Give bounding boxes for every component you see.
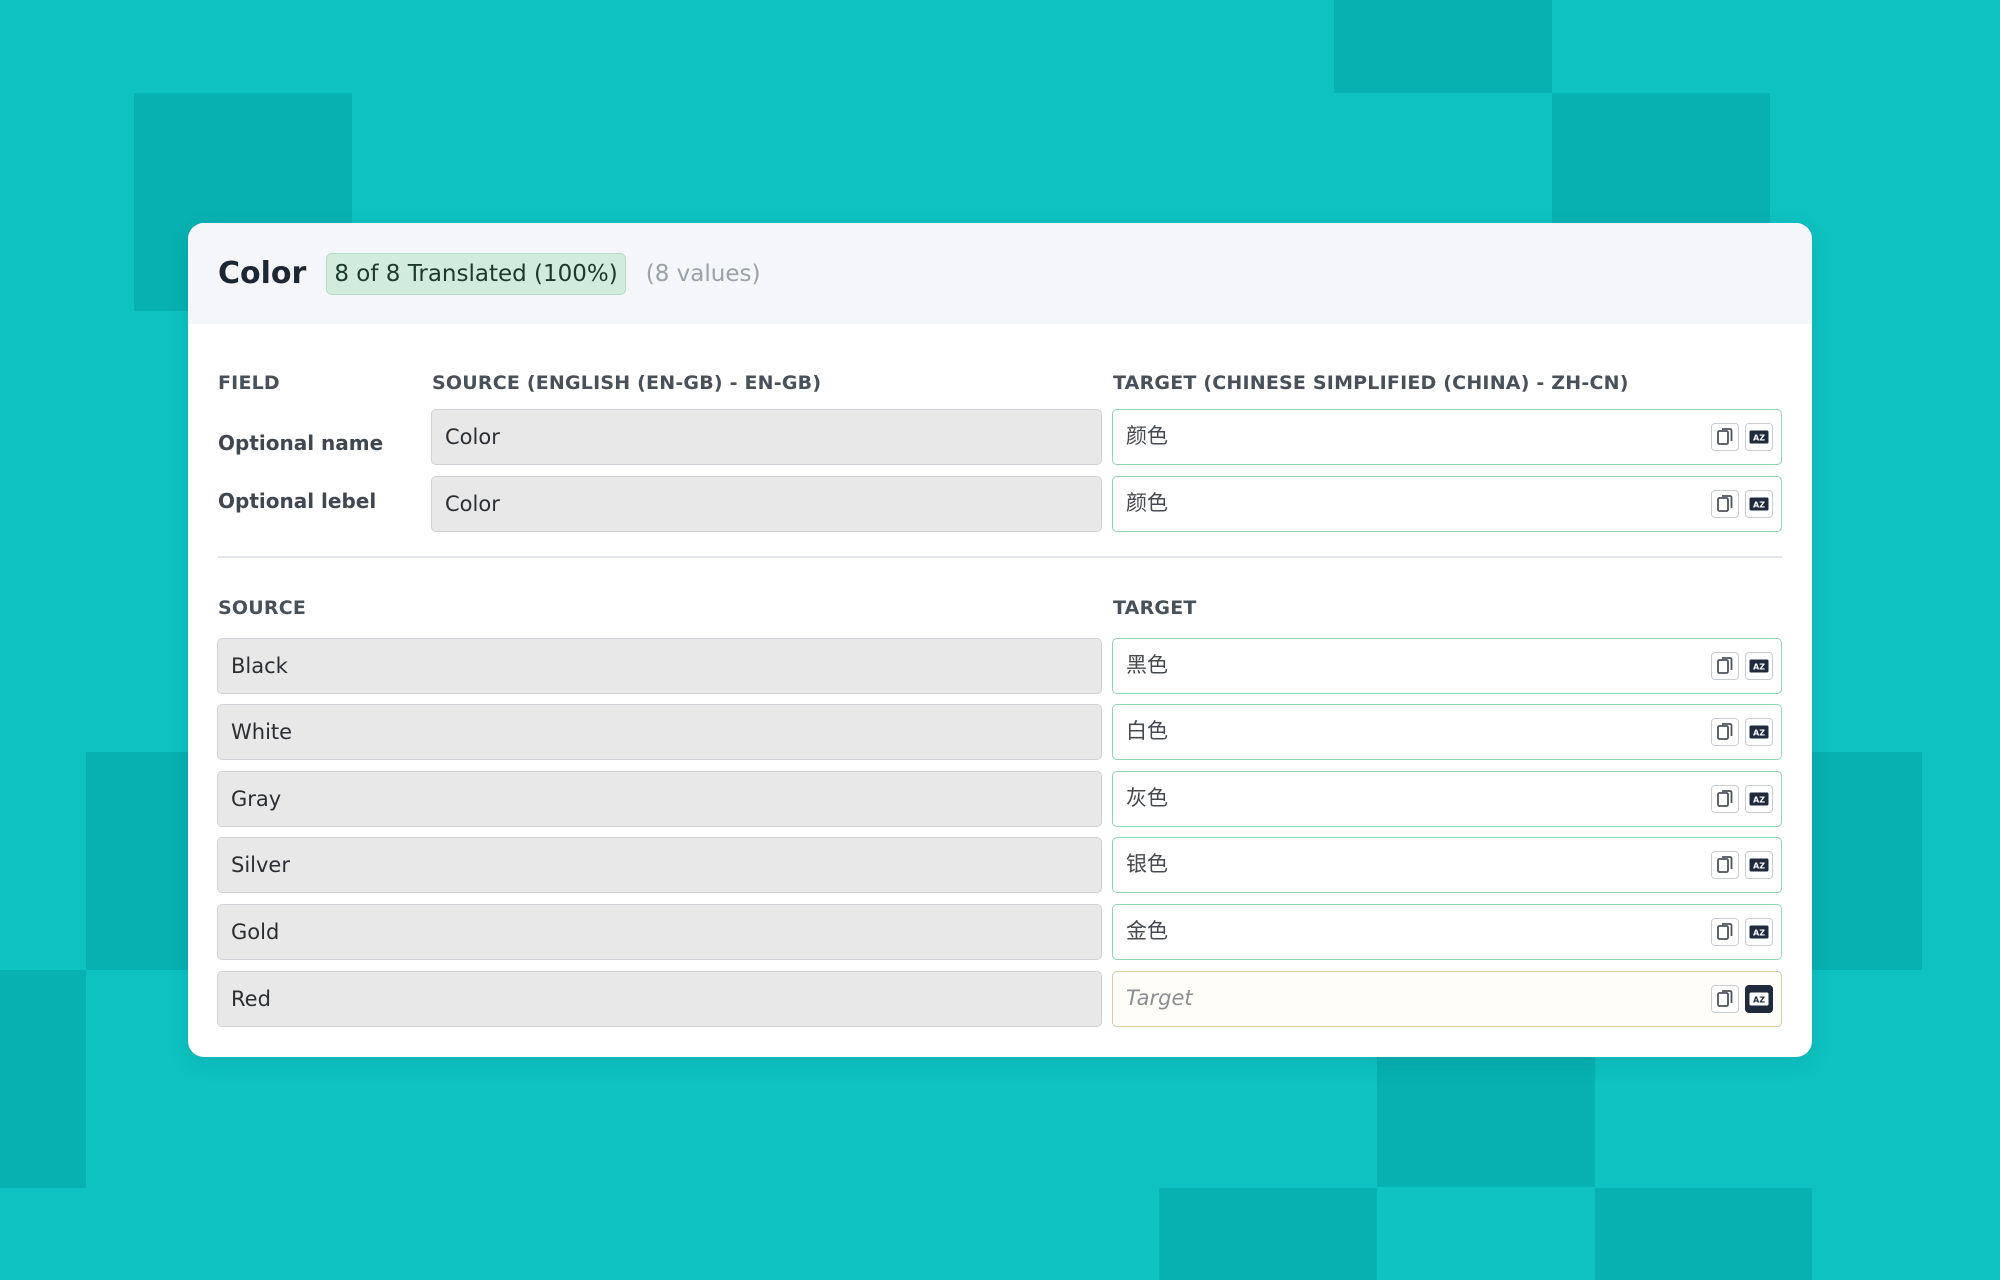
copy-source-button[interactable]: [1711, 718, 1739, 746]
svg-text:AZ: AZ: [1753, 796, 1765, 805]
auto-translate-icon: AZ: [1749, 497, 1769, 511]
target-actions: AZ: [1711, 785, 1773, 813]
col-header-source: SOURCE (ENGLISH (EN-GB) - EN-GB): [432, 372, 822, 394]
card-header: Color 8 of 8 Translated (100%) (8 values…: [188, 223, 1812, 324]
copy-source-button[interactable]: [1711, 652, 1739, 680]
auto-translate-icon: AZ: [1749, 430, 1769, 444]
target-text: 灰色: [1126, 786, 1168, 810]
field-label-optional-label: Optional lebel: [218, 489, 377, 513]
target-actions: AZ: [1711, 985, 1773, 1013]
col-header-values-source: SOURCE: [218, 597, 307, 619]
copy-icon: [1717, 657, 1733, 674]
svg-text:AZ: AZ: [1753, 996, 1765, 1005]
value-source: Black: [217, 638, 1102, 694]
value-target-input[interactable]: 黑色 AZ: [1112, 638, 1782, 694]
field-label-optional-name: Optional name: [218, 431, 384, 455]
bg-square: [1812, 752, 1922, 970]
auto-translate-button[interactable]: AZ: [1745, 851, 1773, 879]
value-target-input[interactable]: 灰色 AZ: [1112, 771, 1782, 827]
auto-translate-button[interactable]: AZ: [1745, 785, 1773, 813]
value-target-input[interactable]: 银色 AZ: [1112, 837, 1782, 893]
translation-card: Color 8 of 8 Translated (100%) (8 values…: [188, 223, 1812, 1057]
value-target-input-empty[interactable]: Target AZ: [1112, 971, 1782, 1027]
auto-translate-button[interactable]: AZ: [1745, 652, 1773, 680]
value-source: Gray: [217, 771, 1102, 827]
target-actions: AZ: [1711, 851, 1773, 879]
value-source: White: [217, 704, 1102, 760]
values-count: (8 values): [645, 260, 761, 287]
auto-translate-button[interactable]: AZ: [1745, 718, 1773, 746]
field-target-optional-name[interactable]: 颜色 AZ: [1112, 409, 1782, 465]
col-header-target: TARGET (CHINESE SIMPLIFIED (CHINA) - ZH-…: [1113, 372, 1629, 394]
bg-square: [0, 970, 86, 1188]
target-actions: AZ: [1711, 718, 1773, 746]
copy-source-button[interactable]: [1711, 851, 1739, 879]
svg-text:AZ: AZ: [1753, 501, 1765, 510]
section-divider: [218, 556, 1782, 558]
copy-icon: [1717, 428, 1733, 445]
copy-source-button[interactable]: [1711, 985, 1739, 1013]
bg-square: [1552, 93, 1770, 223]
bg-square: [1377, 1057, 1595, 1187]
target-actions: AZ: [1711, 423, 1773, 451]
svg-text:AZ: AZ: [1753, 729, 1765, 738]
target-actions: AZ: [1711, 652, 1773, 680]
auto-translate-button-active[interactable]: AZ: [1745, 985, 1773, 1013]
target-text: 金色: [1126, 919, 1168, 943]
target-text: 白色: [1126, 719, 1168, 743]
target-actions: AZ: [1711, 490, 1773, 518]
auto-translate-icon: AZ: [1749, 792, 1769, 806]
target-text: 颜色: [1126, 424, 1168, 448]
copy-icon: [1717, 990, 1733, 1007]
auto-translate-button[interactable]: AZ: [1745, 490, 1773, 518]
auto-translate-icon: AZ: [1749, 925, 1769, 939]
value-target-input[interactable]: 白色 AZ: [1112, 704, 1782, 760]
auto-translate-icon: AZ: [1749, 659, 1769, 673]
target-actions: AZ: [1711, 918, 1773, 946]
col-header-values-target: TARGET: [1113, 597, 1197, 619]
svg-text:AZ: AZ: [1753, 862, 1765, 871]
field-source-optional-name: Color: [431, 409, 1102, 465]
copy-icon: [1717, 790, 1733, 807]
target-text: 黑色: [1126, 653, 1168, 677]
value-source: Red: [217, 971, 1102, 1027]
auto-translate-button[interactable]: AZ: [1745, 423, 1773, 451]
svg-text:AZ: AZ: [1753, 434, 1765, 443]
auto-translate-icon: AZ: [1749, 858, 1769, 872]
copy-source-button[interactable]: [1711, 918, 1739, 946]
translation-status-badge: 8 of 8 Translated (100%): [326, 252, 626, 295]
svg-text:AZ: AZ: [1753, 663, 1765, 672]
copy-icon: [1717, 495, 1733, 512]
field-target-optional-label[interactable]: 颜色 AZ: [1112, 476, 1782, 532]
col-header-field: FIELD: [218, 372, 280, 394]
card-title: Color: [218, 256, 307, 291]
auto-translate-icon: AZ: [1749, 992, 1769, 1006]
value-source: Gold: [217, 904, 1102, 960]
value-source: Silver: [217, 837, 1102, 893]
copy-icon: [1717, 856, 1733, 873]
target-placeholder: Target: [1126, 986, 1193, 1010]
auto-translate-icon: AZ: [1749, 725, 1769, 739]
svg-text:AZ: AZ: [1753, 929, 1765, 938]
bg-square: [1334, 0, 1552, 93]
target-text: 颜色: [1126, 491, 1168, 515]
bg-square: [1159, 1188, 1377, 1280]
copy-source-button[interactable]: [1711, 785, 1739, 813]
copy-icon: [1717, 723, 1733, 740]
target-text: 银色: [1126, 852, 1168, 876]
value-target-input[interactable]: 金色 AZ: [1112, 904, 1782, 960]
copy-source-button[interactable]: [1711, 423, 1739, 451]
copy-source-button[interactable]: [1711, 490, 1739, 518]
auto-translate-button[interactable]: AZ: [1745, 918, 1773, 946]
field-source-optional-label: Color: [431, 476, 1102, 532]
bg-square: [1595, 1188, 1812, 1280]
bg-square: [86, 752, 188, 970]
copy-icon: [1717, 923, 1733, 940]
